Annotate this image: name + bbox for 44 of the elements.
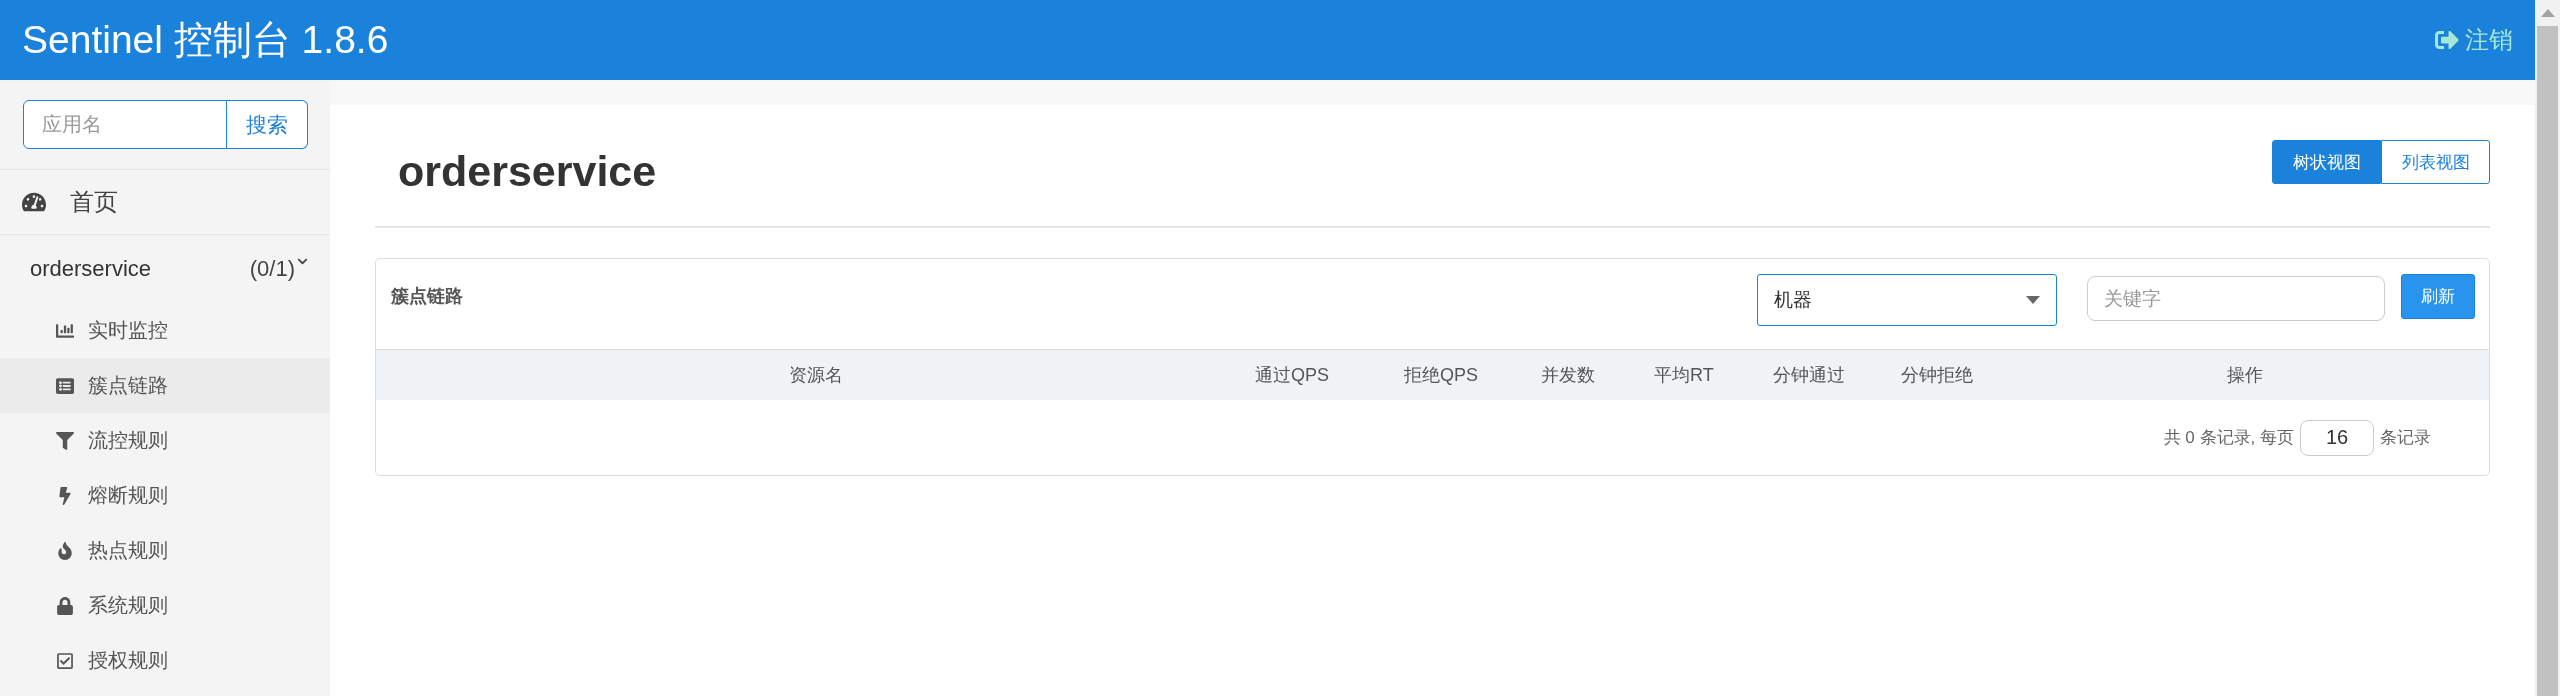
scroll-up-icon[interactable]: [2540, 8, 2555, 18]
page-size-field[interactable]: 16: [2300, 419, 2374, 456]
scrollbar[interactable]: [2535, 0, 2560, 696]
column-header: 平均RT: [1654, 364, 1715, 387]
keyword-field[interactable]: 关键字: [2087, 276, 2385, 321]
record-count: 共 0 条记录, 每页: [2163, 427, 2294, 449]
lightning-icon: [56, 486, 74, 505]
menu-item[interactable]: 流控规则: [0, 413, 330, 468]
page-title: orderservice: [398, 147, 657, 196]
funnel-icon: [56, 431, 74, 450]
column-header: 拒绝QPS: [1404, 364, 1479, 387]
column-header: 操作: [2226, 364, 2264, 387]
lock-icon: [56, 596, 74, 615]
menu-item[interactable]: 实时监控: [0, 303, 330, 358]
app-name-field[interactable]: 应用名: [23, 100, 227, 149]
logout-icon: [2435, 28, 2459, 52]
column-header: 分钟通过: [1773, 364, 1846, 387]
records-label: 条记录: [2380, 427, 2431, 449]
menu-item[interactable]: 系统规则: [0, 578, 330, 633]
app-title: Sentinel 控制台 1.8.6: [22, 17, 389, 63]
app-name[interactable]: orderservice: [30, 256, 152, 282]
column-header: 资源名: [787, 364, 844, 387]
chevron-icon[interactable]: [297, 256, 308, 267]
home-link[interactable]: 首页: [70, 186, 118, 218]
bar-chart-icon: [56, 321, 74, 340]
menu-item[interactable]: 热点规则: [0, 523, 330, 578]
column-header: 并发数: [1541, 364, 1596, 387]
column-header: 通过QPS: [1255, 364, 1330, 387]
column-header: 分钟拒绝: [1901, 364, 1974, 387]
instance-count: (0/1): [249, 256, 295, 282]
card-title: 簇点链路: [391, 285, 463, 308]
caret-icon: [2026, 296, 2040, 304]
menu-item[interactable]: 熔断规则: [0, 468, 330, 523]
menu-item[interactable]: 授权规则: [0, 633, 330, 688]
menu-item[interactable]: 簇点链路: [0, 358, 330, 413]
list-icon: [56, 376, 74, 395]
gauge-icon: [22, 190, 46, 214]
view-toggle-button[interactable]: 树状视图: [2272, 140, 2381, 184]
machine-select[interactable]: 机器: [1757, 274, 2057, 326]
view-toggle-button[interactable]: 列表视图: [2381, 140, 2490, 184]
checkbox-icon: [56, 651, 74, 670]
search-button[interactable]: 搜索: [227, 100, 308, 149]
scrollbar-thumb[interactable]: [2537, 26, 2558, 696]
flame-icon: [56, 541, 74, 560]
